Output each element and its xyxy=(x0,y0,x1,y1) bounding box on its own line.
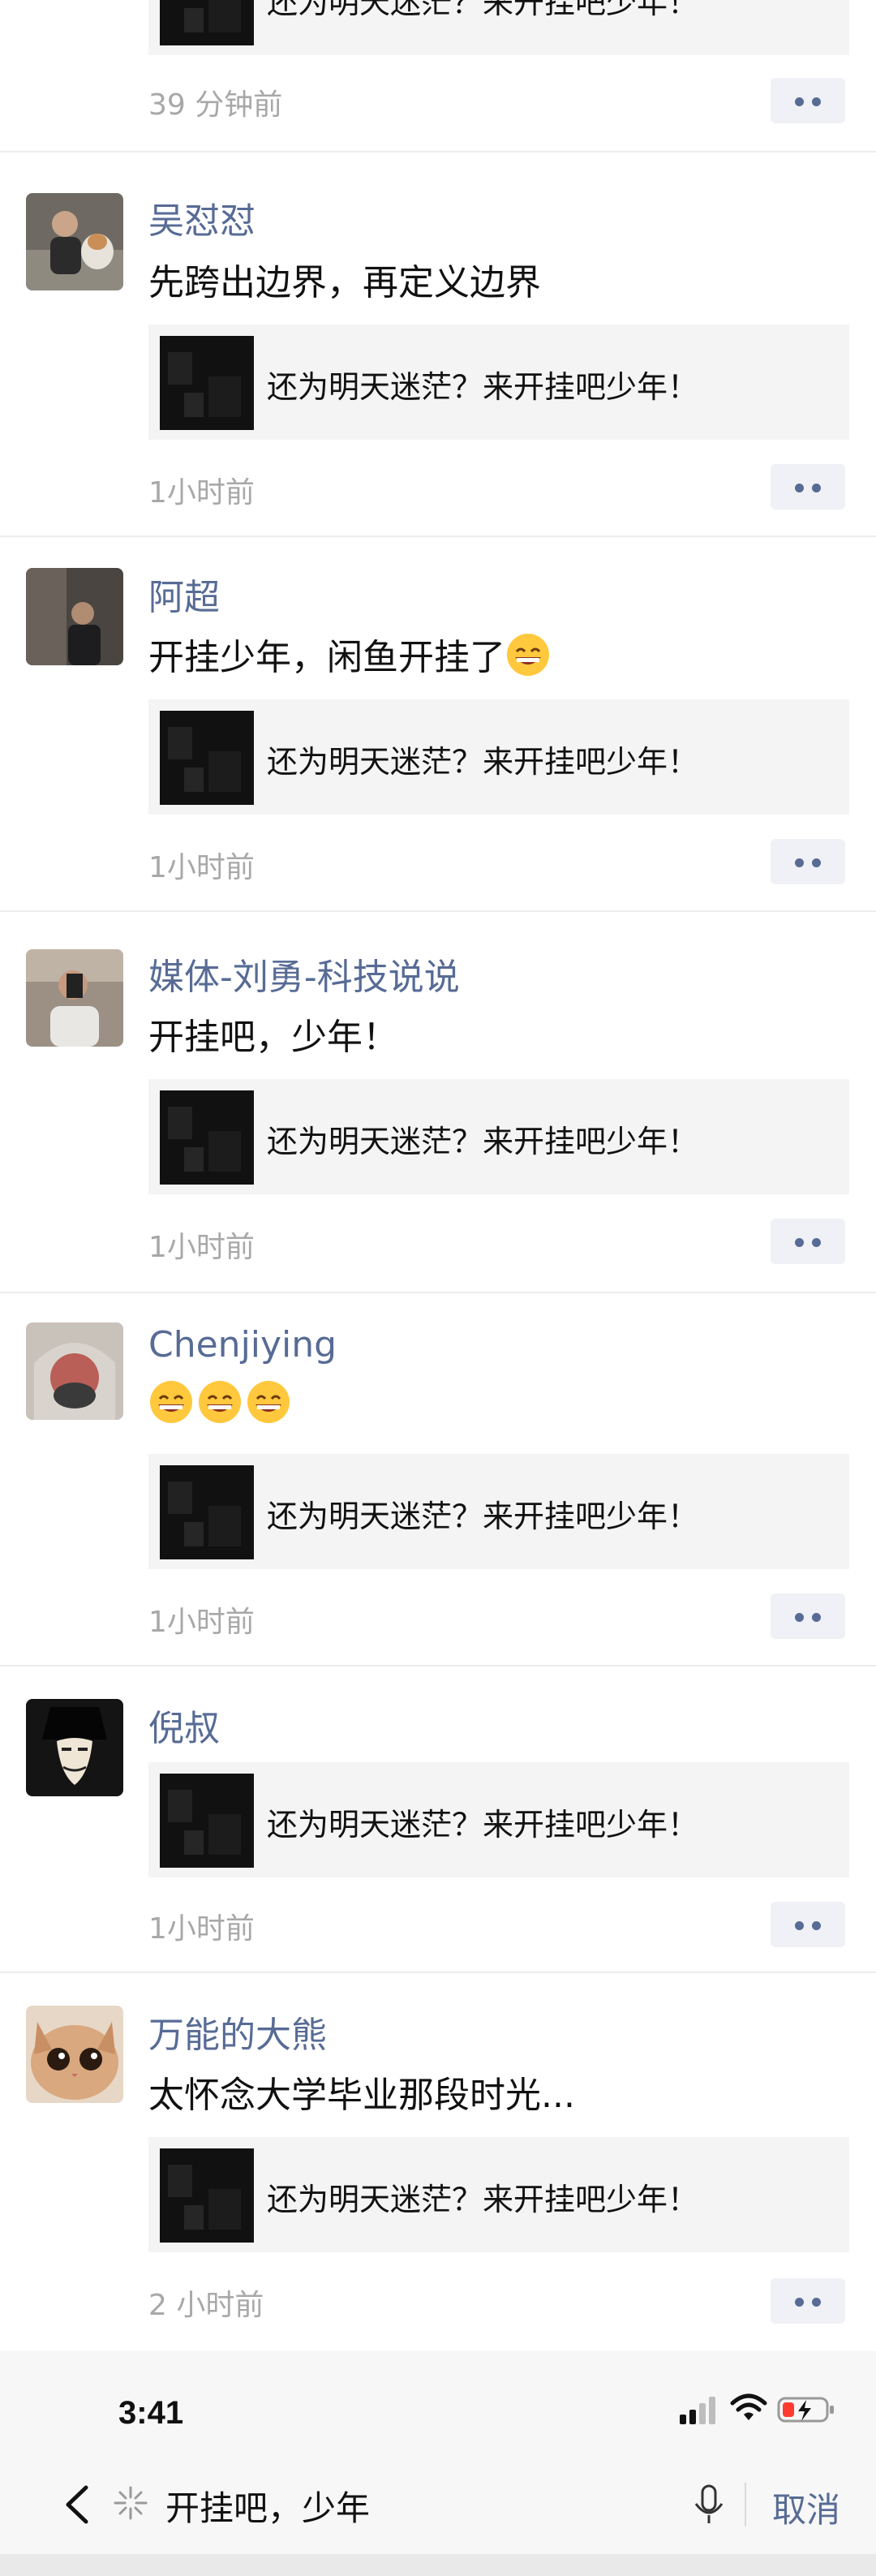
link-title: 还为明天迷茫？来开挂吧少年！ xyxy=(267,2182,699,2217)
avatar[interactable] xyxy=(26,949,123,1047)
post-time: 1小时前 xyxy=(148,851,255,884)
link-thumbnail xyxy=(160,0,254,45)
link-card[interactable]: 还为明天迷茫？来开挂吧少年！ xyxy=(148,699,849,815)
post-text: 开挂少年，闲鱼开挂了 xyxy=(148,628,554,680)
more-options-button[interactable] xyxy=(771,2278,845,2324)
author-name[interactable]: 万能的大熊 xyxy=(148,2006,327,2058)
search-input[interactable]: 开挂吧，少年 xyxy=(165,2481,370,2531)
link-thumbnail xyxy=(160,336,254,430)
avatar[interactable] xyxy=(26,193,123,290)
avatar[interactable] xyxy=(26,1699,123,1796)
post-time: 1小时前 xyxy=(148,476,255,510)
moment-post: Chenjiying 还为明天迷茫？来开挂吧少年！ 1小时前 xyxy=(0,1293,876,1666)
moment-post: 还为明天迷茫？来开挂吧少年！ 39 分钟前 xyxy=(0,0,876,153)
more-options-button[interactable] xyxy=(771,464,845,510)
more-dots-icon xyxy=(795,1921,804,1930)
more-dots-icon xyxy=(795,97,804,106)
link-card[interactable]: 还为明天迷茫？来开挂吧少年！ xyxy=(148,1079,849,1194)
author-name[interactable]: Chenjiying xyxy=(148,1324,337,1365)
grin-emoji-icon xyxy=(246,1379,291,1425)
link-card[interactable]: 还为明天迷茫？来开挂吧少年！ xyxy=(148,1454,849,1569)
results-strip xyxy=(0,2554,876,2576)
microphone-icon[interactable] xyxy=(691,2483,727,2527)
link-card[interactable]: 还为明天迷茫？来开挂吧少年！ xyxy=(148,1762,849,1877)
link-title: 还为明天迷茫？来开挂吧少年！ xyxy=(267,1499,699,1534)
more-dots-icon xyxy=(795,858,804,867)
link-title: 还为明天迷茫？来开挂吧少年！ xyxy=(267,0,699,20)
link-card[interactable]: 还为明天迷茫？来开挂吧少年！ xyxy=(148,0,849,55)
link-title: 还为明天迷茫？来开挂吧少年！ xyxy=(267,744,699,780)
post-text-content: 开挂少年，闲鱼开挂了 xyxy=(148,637,505,678)
post-text: 太怀念大学毕业那段时光... xyxy=(148,2075,575,2116)
signal-icon xyxy=(680,2395,719,2428)
status-time: 3:41 xyxy=(118,2395,184,2431)
battery-charging-icon xyxy=(777,2395,835,2428)
moment-post: 阿超 开挂少年，闲鱼开挂了 还为明天迷茫？来开挂吧少年！ 1小时前 xyxy=(0,537,876,912)
link-card[interactable]: 还为明天迷茫？来开挂吧少年！ xyxy=(148,325,849,440)
more-options-button[interactable] xyxy=(771,1593,845,1639)
moment-post: 万能的大熊 太怀念大学毕业那段时光... 还为明天迷茫？来开挂吧少年！ 2 小时… xyxy=(0,1973,876,2351)
grin-emoji-icon xyxy=(148,1379,194,1425)
more-dots-icon xyxy=(795,1238,804,1247)
moment-post: 倪叔 还为明天迷茫？来开挂吧少年！ 1小时前 xyxy=(0,1666,876,1973)
more-options-button[interactable] xyxy=(771,78,845,123)
post-text xyxy=(148,1379,294,1426)
more-dots-icon xyxy=(795,1613,804,1622)
link-thumbnail xyxy=(160,1774,254,1868)
link-thumbnail xyxy=(160,711,254,805)
avatar[interactable] xyxy=(26,1322,123,1420)
link-title: 还为明天迷茫？来开挂吧少年！ xyxy=(267,369,699,405)
more-options-button[interactable] xyxy=(771,839,845,884)
post-text: 开挂吧，少年！ xyxy=(148,1017,398,1058)
link-thumbnail xyxy=(160,2148,254,2243)
post-time: 1小时前 xyxy=(148,1606,255,1639)
link-title: 还为明天迷茫？来开挂吧少年！ xyxy=(267,1124,699,1159)
author-name[interactable]: 倪叔 xyxy=(148,1699,220,1751)
post-text: 先跨出边界，再定义边界 xyxy=(148,262,541,303)
grin-emoji-icon xyxy=(197,1379,243,1425)
post-time: 2 小时前 xyxy=(148,2289,264,2322)
sparkle-icon xyxy=(112,2484,149,2522)
post-time: 39 分钟前 xyxy=(148,88,283,122)
grin-emoji-icon xyxy=(505,632,551,677)
wifi-icon xyxy=(730,2393,767,2426)
avatar[interactable] xyxy=(26,2006,123,2103)
post-time: 1小时前 xyxy=(148,1231,255,1264)
moment-post: 吴怼怼 先跨出边界，再定义边界 还为明天迷茫？来开挂吧少年！ 1小时前 xyxy=(0,153,876,537)
search-divider xyxy=(745,2483,746,2527)
link-thumbnail xyxy=(160,1090,254,1185)
more-dots-icon xyxy=(795,2298,804,2307)
search-header xyxy=(0,2351,876,2576)
back-chevron-icon[interactable] xyxy=(57,2476,97,2533)
cancel-button[interactable]: 取消 xyxy=(772,2483,840,2532)
avatar[interactable] xyxy=(26,568,123,665)
link-card[interactable]: 还为明天迷茫？来开挂吧少年！ xyxy=(148,2137,849,2252)
more-options-button[interactable] xyxy=(771,1219,845,1264)
author-name[interactable]: 阿超 xyxy=(148,568,220,620)
post-time: 1小时前 xyxy=(148,1912,255,1946)
link-title: 还为明天迷茫？来开挂吧少年！ xyxy=(267,1807,699,1843)
more-dots-icon xyxy=(795,484,804,492)
link-thumbnail xyxy=(160,1465,254,1559)
more-options-button[interactable] xyxy=(771,1902,845,1947)
author-name[interactable]: 吴怼怼 xyxy=(148,191,256,243)
author-name[interactable]: 媒体-刘勇-科技说说 xyxy=(148,948,460,1000)
moment-post: 媒体-刘勇-科技说说 开挂吧，少年！ 还为明天迷茫？来开挂吧少年！ 1小时前 xyxy=(0,912,876,1293)
